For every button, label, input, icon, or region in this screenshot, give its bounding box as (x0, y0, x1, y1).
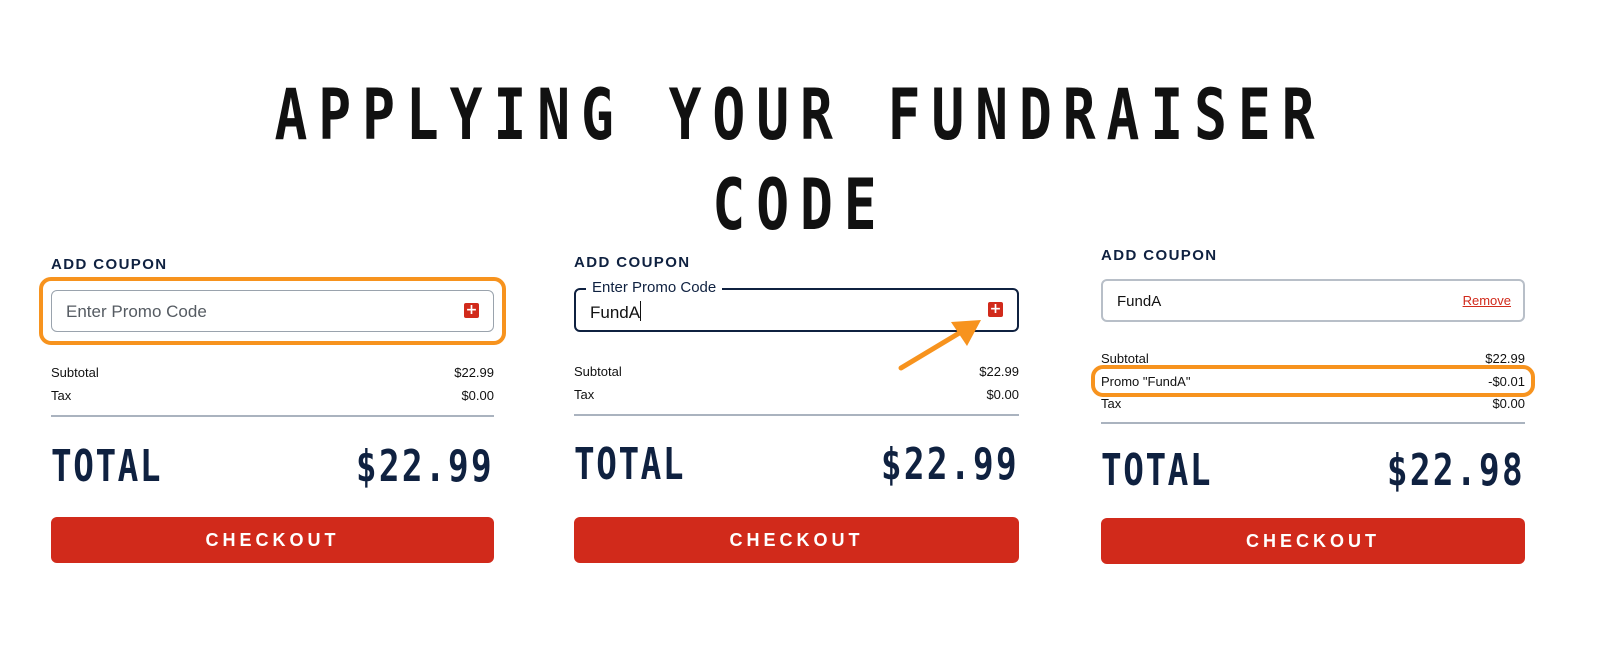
checkout-button[interactable]: CHECKOUT (574, 517, 1019, 563)
subtotal-value: $22.99 (454, 365, 494, 380)
total-value: $22.99 (880, 439, 1019, 490)
remove-promo-link[interactable]: Remove (1463, 293, 1511, 308)
tax-label: Tax (1101, 396, 1122, 411)
promo-code-input[interactable]: FundA Remove (1101, 279, 1525, 322)
total-label: TOTAL (1101, 445, 1213, 496)
text-caret (640, 301, 642, 321)
pointer-arrow-icon (898, 320, 981, 371)
add-coupon-heading: ADD COUPON (51, 256, 168, 273)
divider (51, 415, 494, 417)
promo-label: Promo "FundA" (1101, 374, 1191, 389)
promo-code-input[interactable]: Enter Promo Code + (51, 290, 494, 332)
divider (1101, 422, 1525, 424)
promo-code-placeholder: Enter Promo Code (66, 302, 207, 321)
total-label: TOTAL (51, 441, 163, 492)
promo-code-value: FundA (1117, 293, 1162, 310)
promo-discount-value: -$0.01 (1488, 374, 1525, 389)
checkout-button[interactable]: CHECKOUT (51, 517, 494, 563)
subtotal-value: $22.99 (1485, 351, 1525, 366)
subtotal-label: Subtotal (574, 364, 622, 379)
promo-code-floating-label: Enter Promo Code (586, 279, 723, 296)
add-coupon-heading: ADD COUPON (574, 254, 691, 271)
step-3-panel: ADD COUPON FundA Remove Subtotal $22.99 … (1091, 0, 1535, 657)
tax-row: Tax $0.00 (1101, 396, 1525, 411)
total-label: TOTAL (574, 439, 686, 490)
total-value: $22.99 (355, 441, 494, 492)
subtotal-label: Subtotal (1101, 351, 1149, 366)
promo-code-value: FundA (590, 301, 642, 322)
tax-label: Tax (51, 388, 72, 403)
subtotal-row: Subtotal $22.99 (1101, 351, 1525, 366)
total-value: $22.98 (1386, 445, 1525, 496)
tax-row: Tax $0.00 (574, 387, 1019, 402)
subtotal-row: Subtotal $22.99 (51, 365, 494, 380)
step-1-panel: ADD COUPON Enter Promo Code + Subtotal $… (39, 0, 506, 657)
checkout-button[interactable]: CHECKOUT (1101, 518, 1525, 564)
tax-value: $0.00 (461, 388, 494, 403)
subtotal-label: Subtotal (51, 365, 99, 380)
apply-plus-icon[interactable]: + (464, 303, 479, 318)
divider (574, 414, 1019, 416)
tax-value: $0.00 (1492, 396, 1525, 411)
tax-label: Tax (574, 387, 595, 402)
promo-discount-row: Promo "FundA" -$0.01 (1101, 374, 1525, 389)
tax-row: Tax $0.00 (51, 388, 494, 403)
add-coupon-heading: ADD COUPON (1101, 247, 1218, 264)
tax-value: $0.00 (986, 387, 1019, 402)
